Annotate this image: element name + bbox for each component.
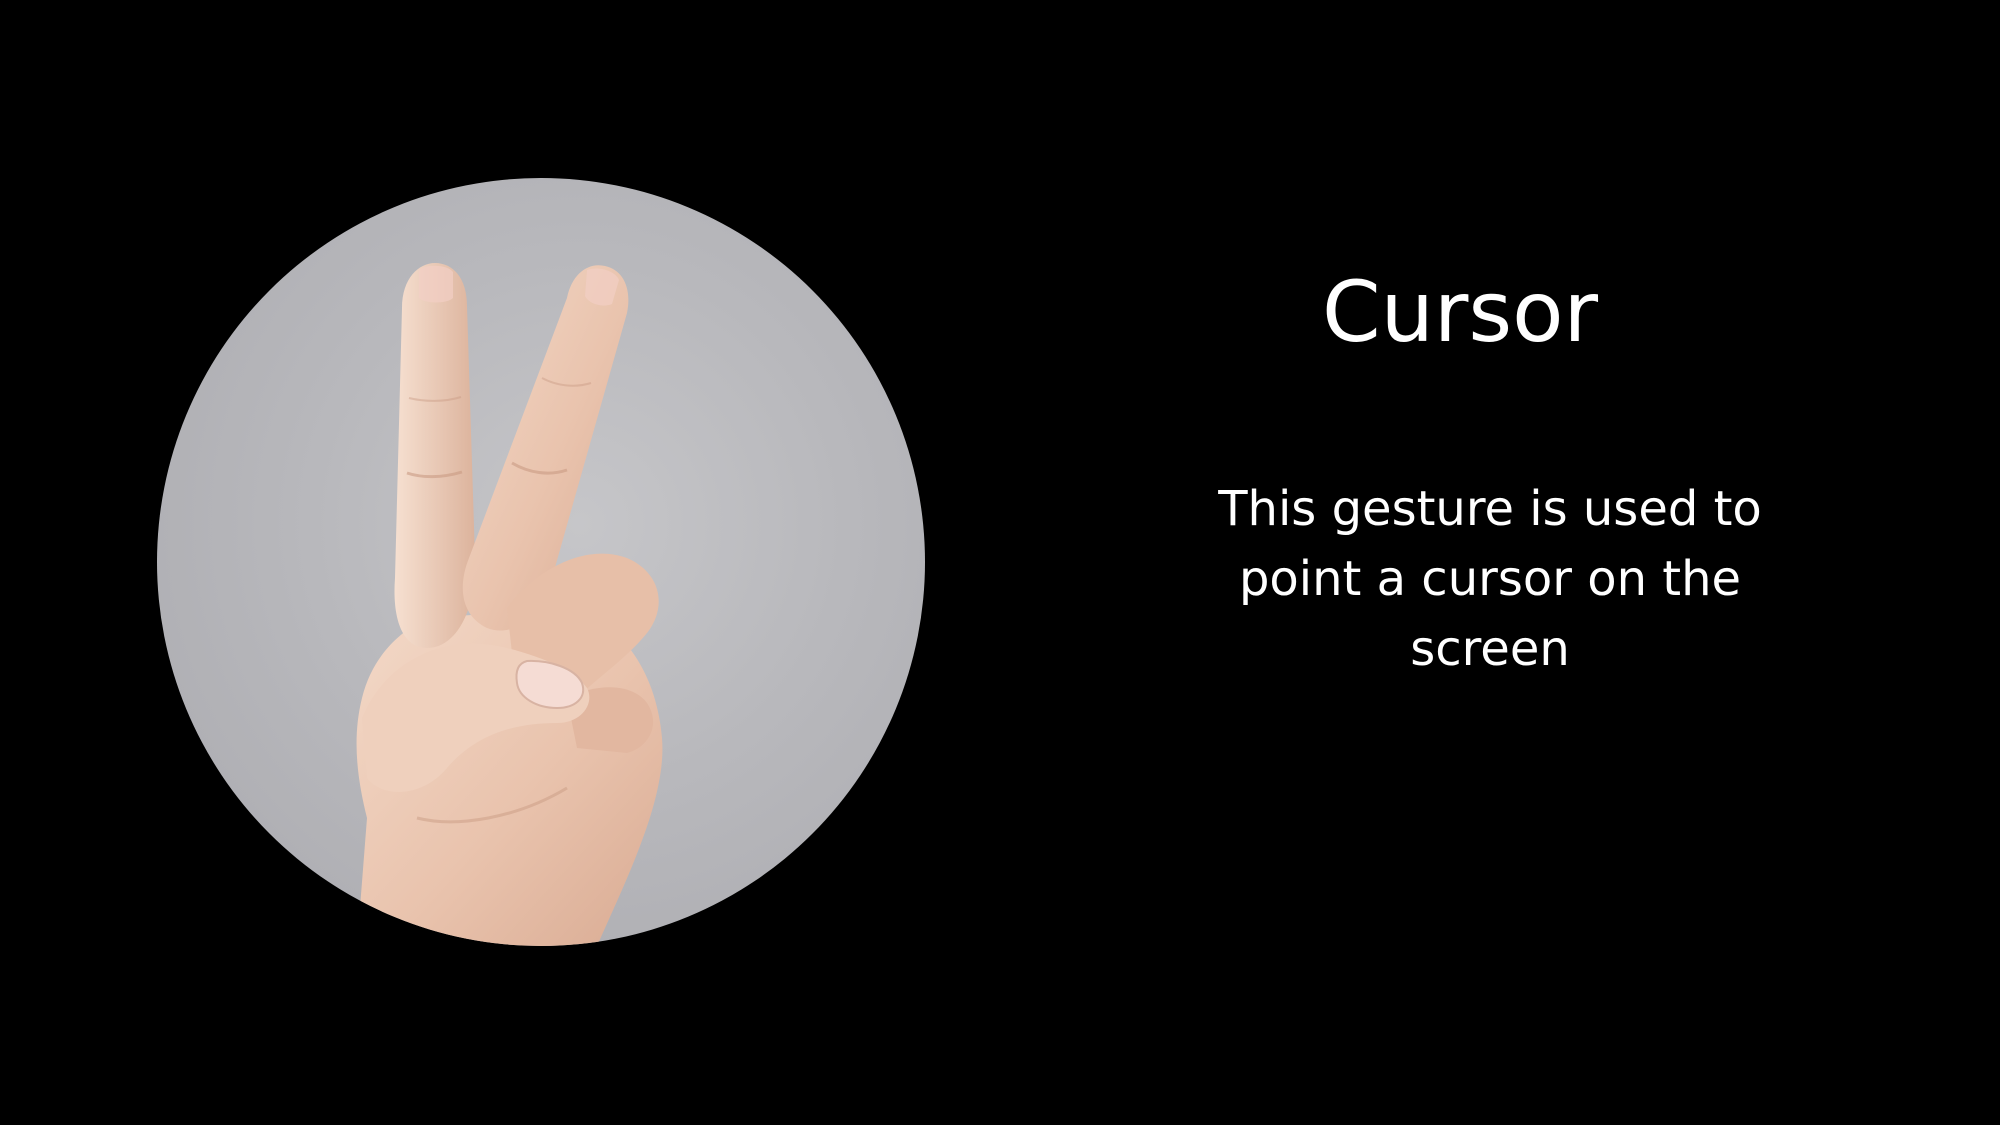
slide-title: Cursor <box>1321 263 1599 361</box>
slide: Cursor This gesture is used to point a c… <box>0 0 2000 1125</box>
gesture-photo <box>157 178 925 946</box>
slide-description: This gesture is used to point a cursor o… <box>1218 481 1762 677</box>
hand-v-gesture-illustration <box>356 263 663 946</box>
